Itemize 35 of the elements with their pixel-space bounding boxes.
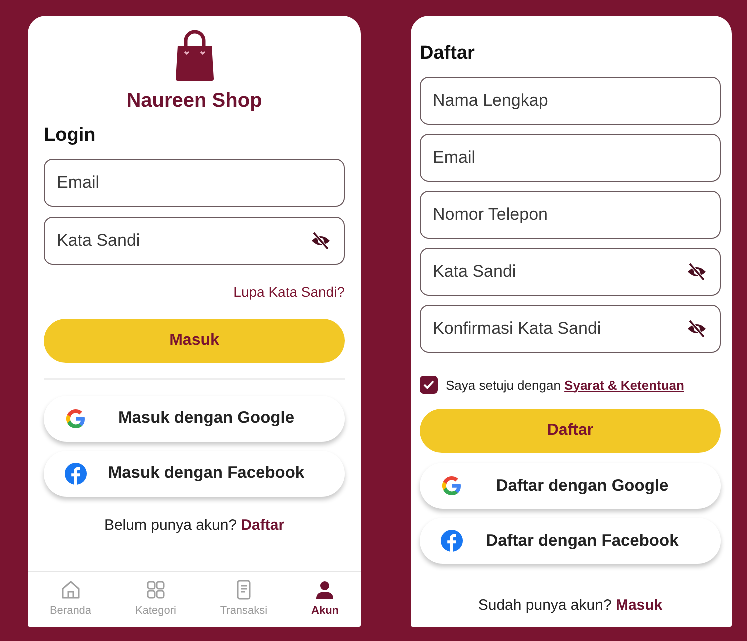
input-field[interactable]: Kata Sandi (420, 248, 721, 296)
social-login-button[interactable]: Masuk dengan Google (44, 396, 345, 442)
facebook-icon (440, 529, 464, 553)
input-field[interactable]: Email (420, 134, 721, 182)
input-field[interactable]: Email (44, 158, 345, 206)
agreement-text: Saya setuju dengan Syarat & Ketentuan (446, 376, 684, 395)
login-button[interactable]: Masuk (44, 318, 345, 362)
footer-link[interactable]: Masuk (616, 597, 663, 614)
eye-slash-icon[interactable] (687, 262, 707, 282)
footer-link[interactable]: Daftar (241, 516, 285, 534)
grid-icon (144, 579, 167, 602)
home-icon (60, 579, 82, 602)
social-login-button[interactable]: Masuk dengan Facebook (44, 450, 345, 496)
terms-link[interactable]: Syarat & Ketentuan (564, 378, 684, 392)
checkbox[interactable] (420, 376, 438, 394)
google-icon (440, 474, 464, 498)
person-icon (314, 579, 336, 602)
social-login-button[interactable]: Daftar dengan Facebook (420, 518, 721, 564)
page-title: Daftar (420, 42, 476, 66)
social-login-button[interactable]: Daftar dengan Google (420, 463, 721, 509)
eye-slash-icon[interactable] (311, 230, 331, 250)
login-prompt: Sudah punya akun? Masuk (477, 596, 664, 616)
input-field[interactable]: Nama Lengkap (420, 76, 721, 124)
input-field[interactable]: Nomor Telepon (420, 190, 721, 238)
google-icon (64, 406, 88, 430)
nav-tab[interactable]: Akun (312, 579, 340, 620)
facebook-icon (64, 462, 88, 486)
input-field[interactable]: Konfirmasi Kata Sandi (420, 304, 721, 352)
signup-prompt: Belum punya akun? Daftar (103, 516, 286, 536)
register-button[interactable]: Daftar (420, 409, 721, 453)
forgot-password-link[interactable]: Lupa Kata Sandi? (234, 284, 345, 300)
eye-slash-icon[interactable] (687, 318, 707, 338)
page-title: Login (44, 124, 97, 148)
brand-name: Naureen Shop (126, 89, 262, 114)
input-field[interactable]: Kata Sandi (44, 216, 345, 264)
